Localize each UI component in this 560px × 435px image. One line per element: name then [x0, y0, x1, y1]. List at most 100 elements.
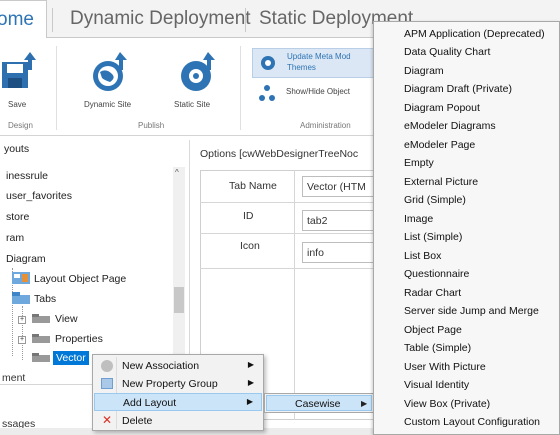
options-title: Options [cwWebDesignerTreeNoc: [200, 148, 359, 160]
menu-item-label: Delete: [122, 415, 153, 427]
tab-icon: [32, 313, 52, 325]
casewise-label: Casewise: [295, 398, 341, 410]
tree-node-vector-selected[interactable]: Vector: [53, 351, 89, 365]
tabs-icon: [12, 292, 32, 306]
layout-option[interactable]: eModeler Page: [404, 139, 475, 151]
tab-name-label: Tab Name: [229, 180, 277, 192]
update-meta-model-button[interactable]: Update Meta Mod Themes: [252, 48, 374, 78]
pane-label: ment: [2, 372, 26, 384]
divider: [200, 268, 380, 269]
submenu-arrow-icon: ▶: [246, 397, 253, 406]
layout-option[interactable]: Diagram Popout: [404, 102, 480, 114]
layout-option[interactable]: Grid (Simple): [404, 194, 466, 206]
tree-node-properties[interactable]: Properties: [55, 333, 103, 345]
id-field[interactable]: [302, 210, 382, 231]
tab-dynamic-deployment[interactable]: Dynamic Deployment: [70, 8, 251, 30]
menu-item-new-association[interactable]: New Association ▶: [94, 357, 262, 375]
layout-option[interactable]: Radar Chart: [404, 287, 461, 299]
show-hide-label: Show/Hide Object: [286, 87, 351, 96]
association-icon: [101, 360, 113, 372]
tree-node-tabs[interactable]: Tabs: [34, 293, 56, 305]
submenu-arrow-icon: ▶: [361, 399, 368, 408]
tab-separator: [52, 8, 53, 32]
tree-node-layout-object-page[interactable]: Layout Object Page: [34, 273, 126, 285]
themes-label: Themes: [287, 63, 316, 72]
layout-option[interactable]: Questionnaire: [404, 268, 469, 280]
tab-icon: [32, 333, 52, 345]
group-label-design: Design: [8, 121, 33, 130]
tree-node-view[interactable]: View: [55, 313, 78, 325]
update-meta-label: Update Meta Mod: [287, 52, 351, 61]
layout-option[interactable]: Object Page: [404, 324, 462, 336]
static-site-label: Static Site: [174, 100, 211, 109]
divider: [0, 384, 95, 385]
tree-node[interactable]: user_favorites: [6, 190, 72, 202]
tree-scrollbar[interactable]: [173, 167, 185, 362]
layouts-submenu: APM Application (Deprecated) Data Qualit…: [373, 21, 560, 435]
submenu-casewise: Casewise ▶: [264, 393, 374, 413]
tree-node[interactable]: ram: [6, 232, 24, 244]
menu-item-delete[interactable]: ✕ Delete: [94, 412, 262, 430]
scroll-up-icon[interactable]: ^: [175, 168, 179, 177]
group-separator: [240, 46, 241, 130]
tree-connector: [22, 306, 23, 360]
layout-option[interactable]: Table (Simple): [404, 342, 471, 354]
dynamic-site-button[interactable]: Dynamic Site: [80, 46, 140, 120]
save-icon: [2, 52, 36, 88]
menu-item-new-property-group[interactable]: New Property Group ▶: [94, 375, 262, 393]
context-menu: New Association ▶ New Property Group ▶ A…: [92, 354, 264, 431]
submenu-arrow-icon: ▶: [247, 360, 254, 369]
column-divider: [294, 170, 295, 420]
tab-separator: [245, 8, 246, 32]
expand-icon[interactable]: +: [18, 336, 26, 344]
layout-option[interactable]: Server side Jump and Merge: [404, 305, 539, 317]
group-label-administration: Administration: [300, 121, 351, 130]
layout-option[interactable]: eModeler Diagrams: [404, 120, 496, 132]
tree-scrollbar-thumb[interactable]: [174, 287, 184, 313]
save-button[interactable]: Save: [0, 46, 38, 120]
refresh-icon: [261, 56, 275, 70]
layout-option[interactable]: List Box: [404, 250, 441, 262]
dynamic-site-label: Dynamic Site: [84, 100, 132, 109]
tab-home[interactable]: ome: [0, 0, 47, 39]
menu-item-label: New Property Group: [122, 378, 218, 390]
group-separator: [56, 46, 57, 130]
tree-node[interactable]: inessrule: [6, 170, 48, 182]
menu-item-label: New Association: [122, 360, 200, 372]
layout-option[interactable]: External Picture: [404, 176, 478, 188]
id-label: ID: [243, 210, 254, 222]
layout-option[interactable]: Image: [404, 213, 433, 225]
tree-node[interactable]: store: [6, 211, 29, 223]
static-site-button[interactable]: Static Site: [168, 46, 228, 120]
layout-option[interactable]: User With Picture: [404, 361, 486, 373]
submenu-arrow-icon: ▶: [247, 378, 254, 387]
tree-header: youts: [4, 143, 30, 155]
menu-item-add-layout[interactable]: Add Layout ▶: [94, 393, 262, 411]
icon-field[interactable]: [302, 242, 382, 263]
divider: [200, 202, 380, 203]
layout-option[interactable]: APM Application (Deprecated): [404, 28, 545, 40]
layout-option[interactable]: Diagram Draft (Private): [404, 83, 512, 95]
layout-option[interactable]: Data Quality Chart: [404, 46, 490, 58]
save-label: Save: [8, 100, 27, 109]
show-hide-object-button[interactable]: Show/Hide Object: [252, 82, 374, 104]
divider: [200, 233, 380, 234]
layout-option[interactable]: View Box (Private): [404, 398, 490, 410]
layout-option[interactable]: Visual Identity: [404, 379, 469, 391]
layout-option[interactable]: Diagram: [404, 65, 444, 77]
icon-label: Icon: [240, 240, 260, 252]
hierarchy-icon: [259, 85, 275, 101]
expand-icon[interactable]: +: [18, 316, 26, 324]
group-label-publish: Publish: [138, 121, 165, 130]
layout-page-icon: [12, 272, 32, 286]
tab-icon: [32, 352, 52, 364]
layout-option[interactable]: List (Simple): [404, 231, 462, 243]
globe-icon: [93, 52, 127, 91]
layout-option[interactable]: Custom Layout Configuration: [404, 416, 540, 428]
tree-node[interactable]: Diagram: [6, 253, 46, 265]
web-globe-icon: [181, 52, 215, 91]
menu-item-label: Add Layout: [123, 397, 177, 409]
tab-name-field[interactable]: [302, 176, 382, 197]
layout-option[interactable]: Empty: [404, 157, 434, 169]
property-group-icon: [101, 378, 113, 389]
